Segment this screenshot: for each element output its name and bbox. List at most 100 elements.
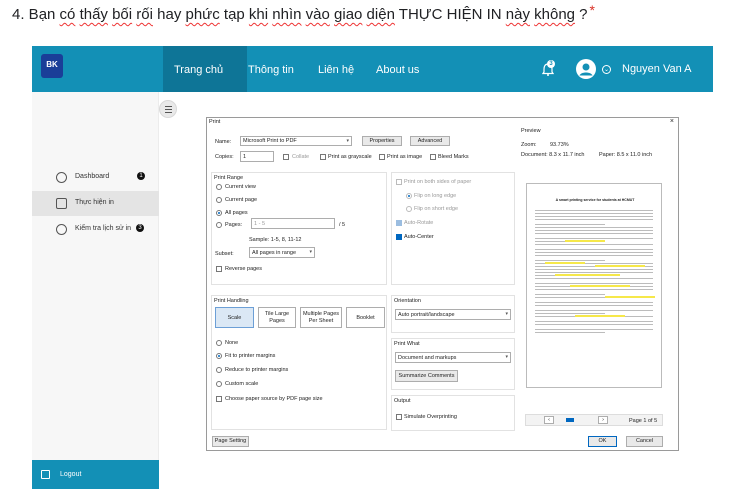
preview-highlight: [555, 274, 620, 276]
custom-scale-radio[interactable]: [216, 381, 222, 387]
print-what-select[interactable]: Document and markups ▾: [395, 352, 511, 363]
preview-text-line: [535, 227, 653, 228]
bleed-marks-label: Bleed Marks: [438, 154, 469, 160]
simulate-overprinting-checkbox[interactable]: [396, 414, 402, 420]
page-setting-button[interactable]: Page Setting: [212, 436, 249, 447]
sidebar-item-dashboard[interactable]: Dashboard 1: [32, 165, 159, 190]
user-avatar-icon[interactable]: [576, 59, 596, 79]
output-group: Output Simulate Overprinting: [391, 395, 515, 431]
preview-highlight: [605, 296, 655, 298]
next-page-button[interactable]: ›: [598, 416, 608, 424]
multiple-pages-button[interactable]: Multiple Pages Per Sheet: [300, 307, 342, 328]
paper-size: Paper: 8.5 x 11.0 inch: [599, 152, 653, 158]
bleed-marks-checkbox[interactable]: [430, 154, 436, 160]
preview-text-line: [535, 283, 653, 284]
logout-button[interactable]: Logout: [32, 460, 159, 489]
cancel-button[interactable]: Cancel: [626, 436, 663, 447]
short-edge-radio[interactable]: [406, 206, 412, 212]
brand[interactable]: BK: [32, 46, 159, 92]
print-range-title: Print Range: [214, 175, 244, 181]
reduce-margins-label: Reduce to printer margins: [225, 367, 289, 373]
print-image-checkbox[interactable]: [379, 154, 385, 160]
preview-highlight: [595, 265, 645, 267]
pages-input[interactable]: 1 - 5: [251, 218, 335, 229]
user-name[interactable]: Nguyen Van A: [622, 63, 692, 75]
current-view-radio[interactable]: [216, 184, 222, 190]
preview-text-line: [535, 313, 605, 314]
sidebar-badge: 1: [137, 172, 145, 180]
sidebar-item-label: Kiểm tra lịch sử in: [75, 225, 132, 232]
printer-select-value: Microsoft Print to PDF: [243, 138, 297, 144]
auto-rotate-label: Auto-Rotate: [404, 220, 434, 226]
collate-checkbox[interactable]: [283, 154, 289, 160]
summarize-comments-button[interactable]: Summarize Comments: [395, 370, 458, 382]
long-edge-radio[interactable]: [406, 193, 412, 199]
nav-info[interactable]: Thông tin: [248, 64, 294, 76]
current-page-radio[interactable]: [216, 197, 222, 203]
pages-label: Pages:: [225, 222, 243, 228]
reverse-pages-checkbox[interactable]: [216, 266, 222, 272]
auto-rotate-checkbox[interactable]: [396, 220, 402, 226]
question-word: tạp: [219, 6, 249, 23]
subset-select[interactable]: All pages in range ▾: [249, 247, 315, 258]
preview-text-line: [535, 269, 653, 270]
close-icon[interactable]: ×: [670, 118, 674, 125]
sidebar-item-label: Dashboard: [75, 173, 110, 180]
question-word: thấy: [79, 6, 108, 23]
booklet-button[interactable]: Booklet: [346, 307, 385, 328]
dashboard-icon: [56, 172, 67, 183]
page-slider-thumb[interactable]: [566, 418, 574, 422]
nav-home[interactable]: Trang chủ: [174, 64, 223, 76]
sidebar-item-print[interactable]: Thực hiện in: [32, 191, 159, 216]
zoom-label: Zoom:: [521, 142, 537, 148]
question-word: vào: [305, 6, 330, 23]
fit-margins-radio[interactable]: [216, 353, 222, 359]
properties-button[interactable]: Properties: [362, 136, 402, 146]
nav-contact[interactable]: Liên hệ: [318, 64, 354, 76]
sidebar-item-history[interactable]: Kiểm tra lịch sử in 3: [32, 217, 159, 242]
preview-doc-title: A smart printing service for students at…: [555, 198, 635, 202]
tile-pages-button[interactable]: Tile Large Pages: [258, 307, 296, 328]
both-sides-label: Print on both sides of paper: [404, 179, 472, 185]
current-page-label: Current page: [225, 197, 258, 203]
auto-center-checkbox[interactable]: [396, 234, 402, 240]
preview-text-line: [535, 213, 653, 214]
notification-badge: 3: [547, 60, 555, 68]
reverse-pages-label: Reverse pages: [225, 266, 262, 272]
ok-button[interactable]: OK: [588, 436, 617, 447]
scale-none-radio[interactable]: [216, 340, 222, 346]
preview-text-line: [535, 324, 653, 325]
all-pages-radio[interactable]: [216, 210, 222, 216]
preview-text-line: [535, 321, 653, 322]
preview-text-line: [535, 210, 653, 211]
paper-source-checkbox[interactable]: [216, 396, 222, 402]
reduce-margins-radio[interactable]: [216, 367, 222, 373]
printer-select[interactable]: Microsoft Print to PDF ▾: [240, 136, 352, 146]
prev-page-button[interactable]: ‹: [544, 416, 554, 424]
question-word: bối: [112, 6, 133, 23]
scale-tab-button[interactable]: Scale: [215, 307, 254, 328]
preview-text-line: [535, 278, 653, 279]
grayscale-label: Print as grayscale: [328, 154, 372, 160]
pages-radio[interactable]: [216, 222, 222, 228]
advanced-button[interactable]: Advanced: [410, 136, 450, 146]
preview-text-line: [535, 219, 653, 220]
grayscale-checkbox[interactable]: [320, 154, 326, 160]
pages-total: / 5: [339, 222, 346, 228]
pages-input-value: 1 - 5: [254, 221, 266, 227]
orientation-select[interactable]: Auto portrait/landscape ▾: [395, 309, 511, 320]
preview-highlight: [565, 240, 605, 242]
preview-text-line: [535, 272, 653, 273]
sidebar: Dashboard 1 Thực hiện in Kiểm tra lịch s…: [32, 92, 159, 489]
chevron-down-icon: ▾: [309, 249, 312, 255]
preview-text-line: [535, 224, 605, 225]
long-edge-label: Flip on long edge: [414, 193, 457, 199]
chevron-down-icon[interactable]: ⌄: [602, 65, 611, 74]
print-what-title: Print What: [394, 341, 420, 347]
menu-toggle-icon[interactable]: [159, 100, 177, 118]
question-word: diện: [366, 6, 395, 23]
both-sides-checkbox[interactable]: [396, 179, 402, 185]
copies-input[interactable]: 1: [240, 151, 274, 162]
output-title: Output: [394, 398, 411, 404]
nav-about[interactable]: About us: [376, 64, 419, 76]
